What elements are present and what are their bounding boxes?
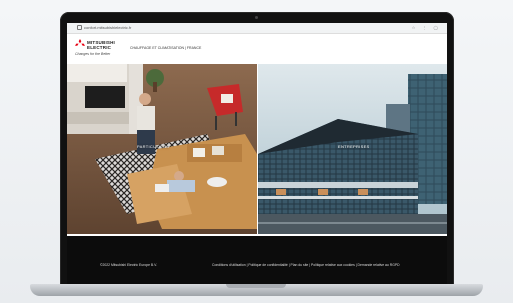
legal-links[interactable]: Conditions d'utilisation | Politique de … — [212, 263, 400, 267]
laptop-base — [30, 284, 483, 296]
address-bar[interactable]: confort.mitsubishielectric.fr — [77, 24, 377, 32]
brand-name: MITSUBISHI ELECTRIC — [87, 40, 115, 50]
laptop-notch — [226, 284, 286, 288]
lock-icon — [77, 25, 82, 31]
site-subtitle: CHAUFFAGE ET CLIMATISATION | FRANCE — [130, 46, 202, 50]
site-footer: ©2022 Mitsubishi Electric Europe B.V. Co… — [67, 236, 447, 287]
living-room-image — [67, 64, 257, 234]
entreprises-panel[interactable]: ENTREPRISES — [258, 64, 447, 234]
brand-line-2: ELECTRIC — [87, 45, 112, 50]
mitsubishi-logo[interactable]: MITSUBISHI ELECTRIC Changes for the Bett… — [75, 39, 123, 59]
browser-actions[interactable]: ☆ ⋮ ◯ — [412, 25, 441, 30]
laptop-bezel: confort.mitsubishielectric.fr ☆ ⋮ ◯ MITS… — [60, 12, 454, 287]
three-diamonds-icon — [75, 39, 85, 46]
laptop-screen: confort.mitsubishielectric.fr ☆ ⋮ ◯ MITS… — [67, 23, 447, 287]
webcam-icon — [255, 16, 258, 19]
brand-tagline: Changes for the Better — [75, 52, 111, 56]
entreprises-label[interactable]: ENTREPRISES — [338, 144, 370, 149]
browser-toolbar: confort.mitsubishielectric.fr ☆ ⋮ ◯ — [67, 23, 447, 34]
particuliers-label[interactable]: PARTICULIERS — [137, 144, 169, 149]
site-header: MITSUBISHI ELECTRIC Changes for the Bett… — [67, 34, 447, 62]
office-building-image — [258, 64, 447, 234]
url-text: confort.mitsubishielectric.fr — [84, 25, 132, 30]
particuliers-panel[interactable]: PARTICULIERS — [67, 64, 257, 234]
copyright-text: ©2022 Mitsubishi Electric Europe B.V. — [100, 263, 158, 267]
